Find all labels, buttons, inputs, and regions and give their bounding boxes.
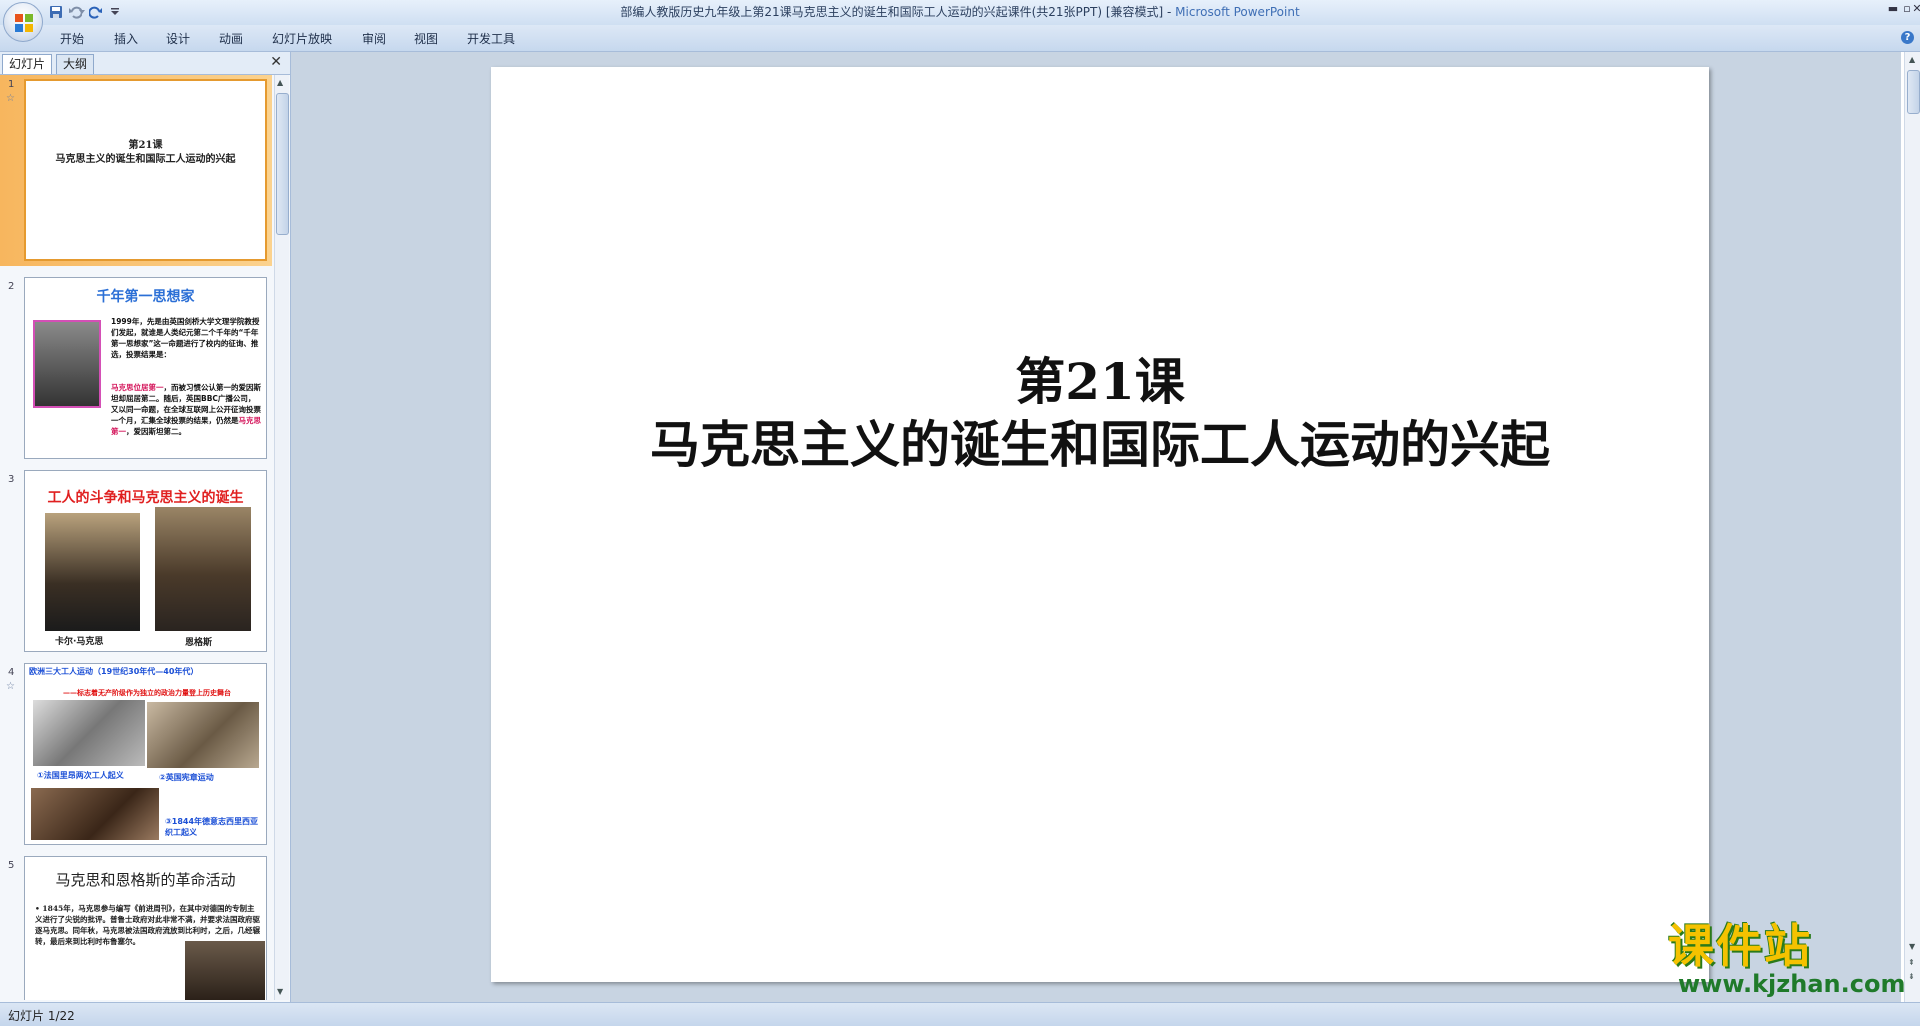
silesian-weavers-image [31, 788, 159, 840]
thumbnail-row-3[interactable]: 3 工人的斗争和马克思主义的诞生 卡尔·马克思 恩格斯 [0, 470, 272, 656]
slide-number: 3 [8, 474, 15, 485]
marx-portrait-image [33, 320, 101, 408]
thumbnail-paragraph: 马克思位居第一，而被习惯公认第一的爱因斯坦却屈居第二。随后，英国BBC广播公司，… [111, 383, 261, 436]
slide-title-line1: 第21课 [1015, 352, 1185, 411]
scroll-up-icon[interactable]: ▲ [277, 78, 283, 87]
scroll-down-icon[interactable]: ▼ [1909, 942, 1915, 951]
slide-number: 4 [8, 667, 15, 678]
title-bar: 部编人教版历史九年级上第21课马克思主义的诞生和国际工人运动的兴起课件(共21张… [0, 0, 1920, 25]
document-name: 部编人教版历史九年级上第21课马克思主义的诞生和国际工人运动的兴起课件(共21张… [620, 5, 1164, 19]
lyon-uprising-image [33, 700, 145, 766]
window-title: 部编人教版历史九年级上第21课马克思主义的诞生和国际工人运动的兴起课件(共21张… [620, 5, 1300, 19]
marx-portrait-image [45, 513, 140, 631]
tab-slides[interactable]: 幻灯片 [2, 54, 53, 74]
scroll-down-icon[interactable]: ▼ [277, 987, 283, 996]
slide-thumbnail-4[interactable]: 欧洲三大工人运动（19世纪30年代—40年代） ——标志着无产阶级作为独立的政治… [24, 663, 267, 845]
previous-slide-icon[interactable]: ⇞ [1908, 958, 1915, 967]
thumbnail-heading: 马克思和恩格斯的革命活动 [55, 871, 236, 889]
tab-slideshow[interactable]: 幻灯片放映 [272, 30, 332, 47]
slide-editing-area: 第21课 马克思主义的诞生和国际工人运动的兴起 [291, 52, 1901, 1002]
scroll-thumb[interactable] [1907, 70, 1920, 114]
save-icon[interactable] [47, 3, 65, 21]
image-caption: ②英国宪章运动 [159, 773, 214, 782]
slide-title-line2: 马克思主义的诞生和国际工人运动的兴起 [650, 415, 1550, 474]
image-caption: ③1844年德意志西里西亚织工起义 [165, 817, 259, 837]
slide-thumbnail-2[interactable]: 千年第一思想家 1999年，先是由英国剑桥大学文理学院教授们发起，就谁是人类纪元… [24, 277, 267, 459]
watermark-url: www.kjzhan.com [1678, 970, 1906, 998]
watermark-logo: 课件站 www.kjzhan.com [1668, 919, 1905, 1000]
animation-star-icon: ☆ [6, 681, 15, 692]
slide-number: 1 [8, 79, 15, 90]
tab-outline[interactable]: 大纲 [56, 54, 95, 74]
help-icon[interactable]: ? [1901, 31, 1914, 44]
thumbnail-row-5[interactable]: 5 马克思和恩格斯的革命活动 • 1845年，马克思参与编写《前进周刊》，在其中… [0, 856, 272, 1000]
tab-insert[interactable]: 插入 [114, 30, 138, 47]
close-pane-icon[interactable]: ✕ [270, 54, 282, 70]
engels-portrait-image [155, 507, 251, 631]
main-scrollbar[interactable]: ▲ ▼ ⇞ ⇟ [1904, 52, 1920, 1002]
thumbnail-heading: 工人的斗争和马克思主义的诞生 [47, 490, 244, 506]
thumbnail-heading: 千年第一思想家 [96, 289, 195, 305]
image-caption: ①法国里昂两次工人起义 [37, 771, 124, 780]
thumbnail-row-2[interactable]: 2 千年第一思想家 1999年，先是由英国剑桥大学文理学院教授们发起，就谁是人类… [0, 277, 272, 463]
scroll-up-icon[interactable]: ▲ [1909, 55, 1915, 64]
thumbnail-list: 1 ☆ 第21课 马克思主义的诞生和国际工人运动的兴起 2 千年第一思想家 19… [0, 75, 272, 1000]
watermark-text: 课件站 [1668, 919, 1812, 973]
tab-developer[interactable]: 开发工具 [467, 30, 515, 47]
slide-thumbnail-3[interactable]: 工人的斗争和马克思主义的诞生 卡尔·马克思 恩格斯 [24, 470, 267, 652]
slide-thumbnail-5[interactable]: 马克思和恩格斯的革命活动 • 1845年，马克思参与编写《前进周刊》，在其中对德… [24, 856, 267, 1000]
customize-qat-icon[interactable] [110, 3, 120, 21]
tab-animation[interactable]: 动画 [219, 30, 243, 47]
thumbnail-paragraph: 1999年，先是由英国剑桥大学文理学院教授们发起，就谁是人类纪元第二个千年的“千… [111, 317, 260, 359]
tab-home[interactable]: 开始 [60, 30, 84, 47]
minimize-icon[interactable]: ▬ [1886, 2, 1900, 16]
thumbnail-subtitle: ——标志着无产阶级作为独立的政治力量登上历史舞台 [63, 689, 231, 697]
office-logo-icon [15, 14, 33, 32]
slide-count-status: 幻灯片 1/22 [8, 1009, 75, 1023]
animation-star-icon: ☆ [6, 93, 15, 104]
office-button[interactable] [3, 2, 43, 42]
slide-number: 5 [8, 860, 15, 871]
app-name: Microsoft PowerPoint [1175, 5, 1300, 19]
image-caption: 恩格斯 [185, 638, 213, 648]
tab-review[interactable]: 审阅 [362, 30, 386, 47]
thumbnail-row-1[interactable]: 1 ☆ 第21课 马克思主义的诞生和国际工人运动的兴起 [0, 75, 272, 266]
current-slide[interactable]: 第21课 马克思主义的诞生和国际工人运动的兴起 [491, 67, 1709, 982]
chartist-movement-image [147, 702, 259, 768]
next-slide-icon[interactable]: ⇟ [1908, 972, 1915, 981]
thumbnail-title: 第21课 马克思主义的诞生和国际工人运动的兴起 [55, 140, 236, 165]
slides-pane: 幻灯片 大纲 ✕ 1 ☆ 第21课 马克思主义的诞生和国际工人运动的兴起 2 千… [0, 52, 291, 1002]
ribbon-tabs: 开始 插入 设计 动画 幻灯片放映 审阅 视图 开发工具 ? [0, 25, 1920, 52]
scroll-thumb[interactable] [276, 93, 289, 235]
thumbnail-row-4[interactable]: 4 ☆ 欧洲三大工人运动（19世纪30年代—40年代） ——标志着无产阶级作为独… [0, 663, 272, 849]
slide-number: 2 [8, 281, 15, 292]
slide-thumbnail-1[interactable]: 第21课 马克思主义的诞生和国际工人运动的兴起 [24, 79, 267, 261]
thumbnail-heading: 欧洲三大工人运动（19世纪30年代—40年代） [29, 667, 199, 676]
thumbnail-scrollbar[interactable]: ▲ ▼ [274, 75, 289, 1000]
pane-tabs: 幻灯片 大纲 ✕ [0, 52, 290, 75]
close-window-icon[interactable]: ✕ [1910, 2, 1920, 16]
redo-icon[interactable] [87, 3, 105, 21]
tab-design[interactable]: 设计 [166, 30, 190, 47]
status-bar: 幻灯片 1/22 [0, 1002, 1920, 1026]
undo-dropdown-icon[interactable] [78, 3, 86, 21]
tab-view[interactable]: 视图 [414, 30, 438, 47]
building-image [185, 941, 265, 1000]
image-caption: 卡尔·马克思 [55, 637, 104, 647]
slide-title[interactable]: 第21课 马克思主义的诞生和国际工人运动的兴起 [491, 352, 1709, 478]
